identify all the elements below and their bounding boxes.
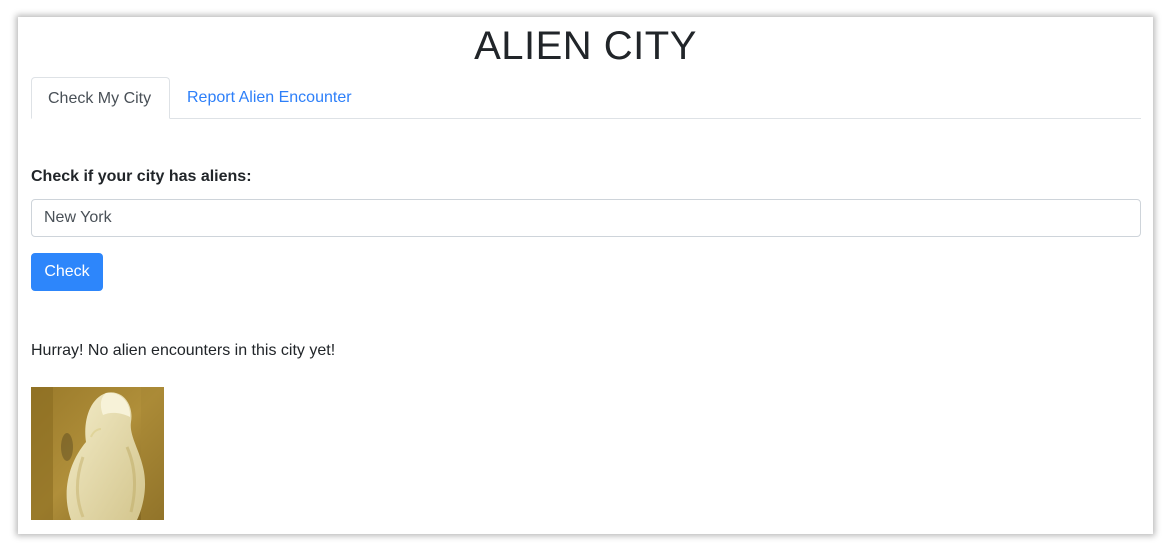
page-title: ALIEN CITY [474, 24, 697, 68]
tab-check-my-city[interactable]: Check My City [31, 77, 170, 119]
city-field-label: Check if your city has aliens: [31, 168, 252, 185]
tab-report-alien-encounter[interactable]: Report Alien Encounter [171, 77, 368, 117]
parrot-image [31, 387, 164, 520]
check-button[interactable]: Check [31, 253, 103, 291]
city-input[interactable] [31, 199, 1141, 237]
app-window: ALIEN CITY Check My City Report Alien En… [18, 17, 1153, 534]
result-message: Hurray! No alien encounters in this city… [31, 342, 336, 359]
tab-bar: Check My City Report Alien Encounter [31, 77, 1141, 119]
